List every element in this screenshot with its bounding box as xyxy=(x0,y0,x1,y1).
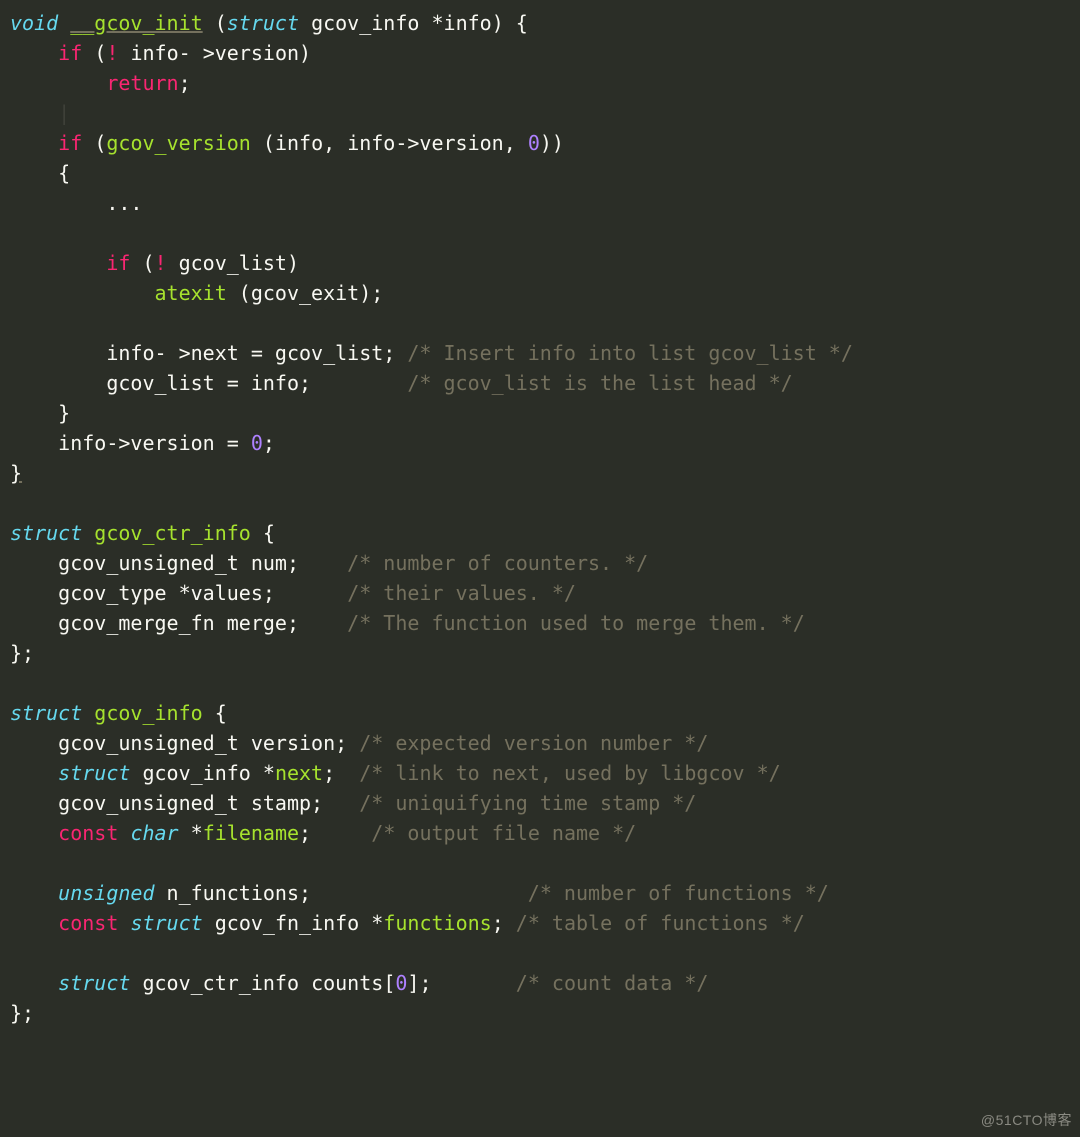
op-not: ! xyxy=(155,251,167,275)
literal-zero: 0 xyxy=(251,431,263,455)
op-not: ! xyxy=(106,41,118,65)
keyword-const: const xyxy=(58,911,118,935)
keyword-char: char xyxy=(130,821,178,845)
semicolon: ; xyxy=(419,971,431,995)
fn-gcov-version: gcov_version xyxy=(106,131,251,155)
arg-info: *info xyxy=(431,11,491,35)
semicolon: ; xyxy=(323,761,335,785)
literal-zero: 0 xyxy=(528,131,540,155)
lparen: ( xyxy=(142,251,154,275)
literal-zero: 0 xyxy=(395,971,407,995)
decl: gcov_unsigned_t num; xyxy=(58,551,299,575)
field-counts: counts xyxy=(311,971,383,995)
rbrace-semi: }; xyxy=(10,641,34,665)
lbrace: { xyxy=(215,701,227,725)
stmt: gcov_list = info; xyxy=(106,371,311,395)
expr: info- >version xyxy=(118,41,299,65)
star: * xyxy=(263,761,275,785)
comment: /* uniquifying time stamp */ xyxy=(359,791,696,815)
keyword-struct: struct xyxy=(58,761,130,785)
expr: gcov_list xyxy=(167,251,287,275)
semicolon: ; xyxy=(492,911,504,935)
watermark: @51CTO博客 xyxy=(981,1110,1072,1131)
star: * xyxy=(371,911,383,935)
type: gcov_fn_info xyxy=(215,911,360,935)
comment: /* link to next, used by libgcov */ xyxy=(359,761,780,785)
comment: /* output file name */ xyxy=(371,821,636,845)
keyword-if: if xyxy=(106,251,130,275)
ellipsis: ... xyxy=(106,191,142,215)
field-filename: filename xyxy=(203,821,299,845)
lparen: ( xyxy=(94,131,106,155)
semicolon: ; xyxy=(179,71,191,95)
rbrace-semi: }; xyxy=(10,1001,34,1025)
struct-gcov-info: gcov_info xyxy=(94,701,202,725)
type-gcov-info: gcov_info xyxy=(311,11,419,35)
fn-gcov-init: __gcov_init xyxy=(70,11,202,35)
keyword-return: return xyxy=(106,71,178,95)
decl-pre: gcov_type xyxy=(58,581,178,605)
rparen-brace: ) { xyxy=(492,11,528,35)
keyword-struct: struct xyxy=(130,911,202,935)
keyword-struct: struct xyxy=(10,521,82,545)
field-functions: functions xyxy=(383,911,491,935)
keyword-void: void xyxy=(10,11,58,35)
rbracket: ] xyxy=(407,971,419,995)
keyword-const: const xyxy=(58,821,118,845)
decl-post: values; xyxy=(191,581,275,605)
args: (gcov_exit); xyxy=(227,281,384,305)
semicolon: ; xyxy=(263,431,275,455)
args: (info, info->version, xyxy=(251,131,528,155)
stmt: info->version = xyxy=(58,431,251,455)
comment: /* The function used to merge them. */ xyxy=(347,611,805,635)
lbrace: { xyxy=(263,521,275,545)
keyword-struct: struct xyxy=(58,971,130,995)
rbrace: } xyxy=(10,461,22,485)
type: gcov_info xyxy=(142,761,250,785)
fn-atexit: atexit xyxy=(155,281,227,305)
lparen: ( xyxy=(94,41,106,65)
field-next: next xyxy=(275,761,323,785)
comment: /* their values. */ xyxy=(347,581,576,605)
comment: /* gcov_list is the list head */ xyxy=(407,371,792,395)
keyword-struct: struct xyxy=(10,701,82,725)
lparen: ( xyxy=(215,11,227,35)
lbracket: [ xyxy=(383,971,395,995)
comment: /* table of functions */ xyxy=(516,911,805,935)
decl: gcov_merge_fn merge; xyxy=(58,611,299,635)
keyword-struct: struct xyxy=(227,11,299,35)
semicolon: ; xyxy=(299,821,311,845)
keyword-if: if xyxy=(58,41,82,65)
star: * xyxy=(179,581,191,605)
comment: /* number of counters. */ xyxy=(347,551,648,575)
keyword-if: if xyxy=(58,131,82,155)
decl: gcov_unsigned_t version; xyxy=(58,731,347,755)
type: gcov_ctr_info xyxy=(142,971,299,995)
star: * xyxy=(191,821,203,845)
rparen: ) xyxy=(287,251,299,275)
stmt: info- >next = gcov_list; xyxy=(106,341,395,365)
comment: /* Insert info into list gcov_list */ xyxy=(407,341,853,365)
close-parens: )) xyxy=(540,131,564,155)
comment: /* expected version number */ xyxy=(359,731,708,755)
comment: /* number of functions */ xyxy=(528,881,829,905)
lbrace: { xyxy=(58,161,70,185)
struct-gcov-ctr-info: gcov_ctr_info xyxy=(94,521,251,545)
code-block: void __gcov_init (struct gcov_info *info… xyxy=(0,0,1080,1040)
keyword-unsigned: unsigned xyxy=(58,881,154,905)
rparen: ) xyxy=(299,41,311,65)
rbrace: } xyxy=(58,401,70,425)
field-n-functions: n_functions; xyxy=(167,881,312,905)
decl: gcov_unsigned_t stamp; xyxy=(58,791,323,815)
comment: /* count data */ xyxy=(516,971,709,995)
